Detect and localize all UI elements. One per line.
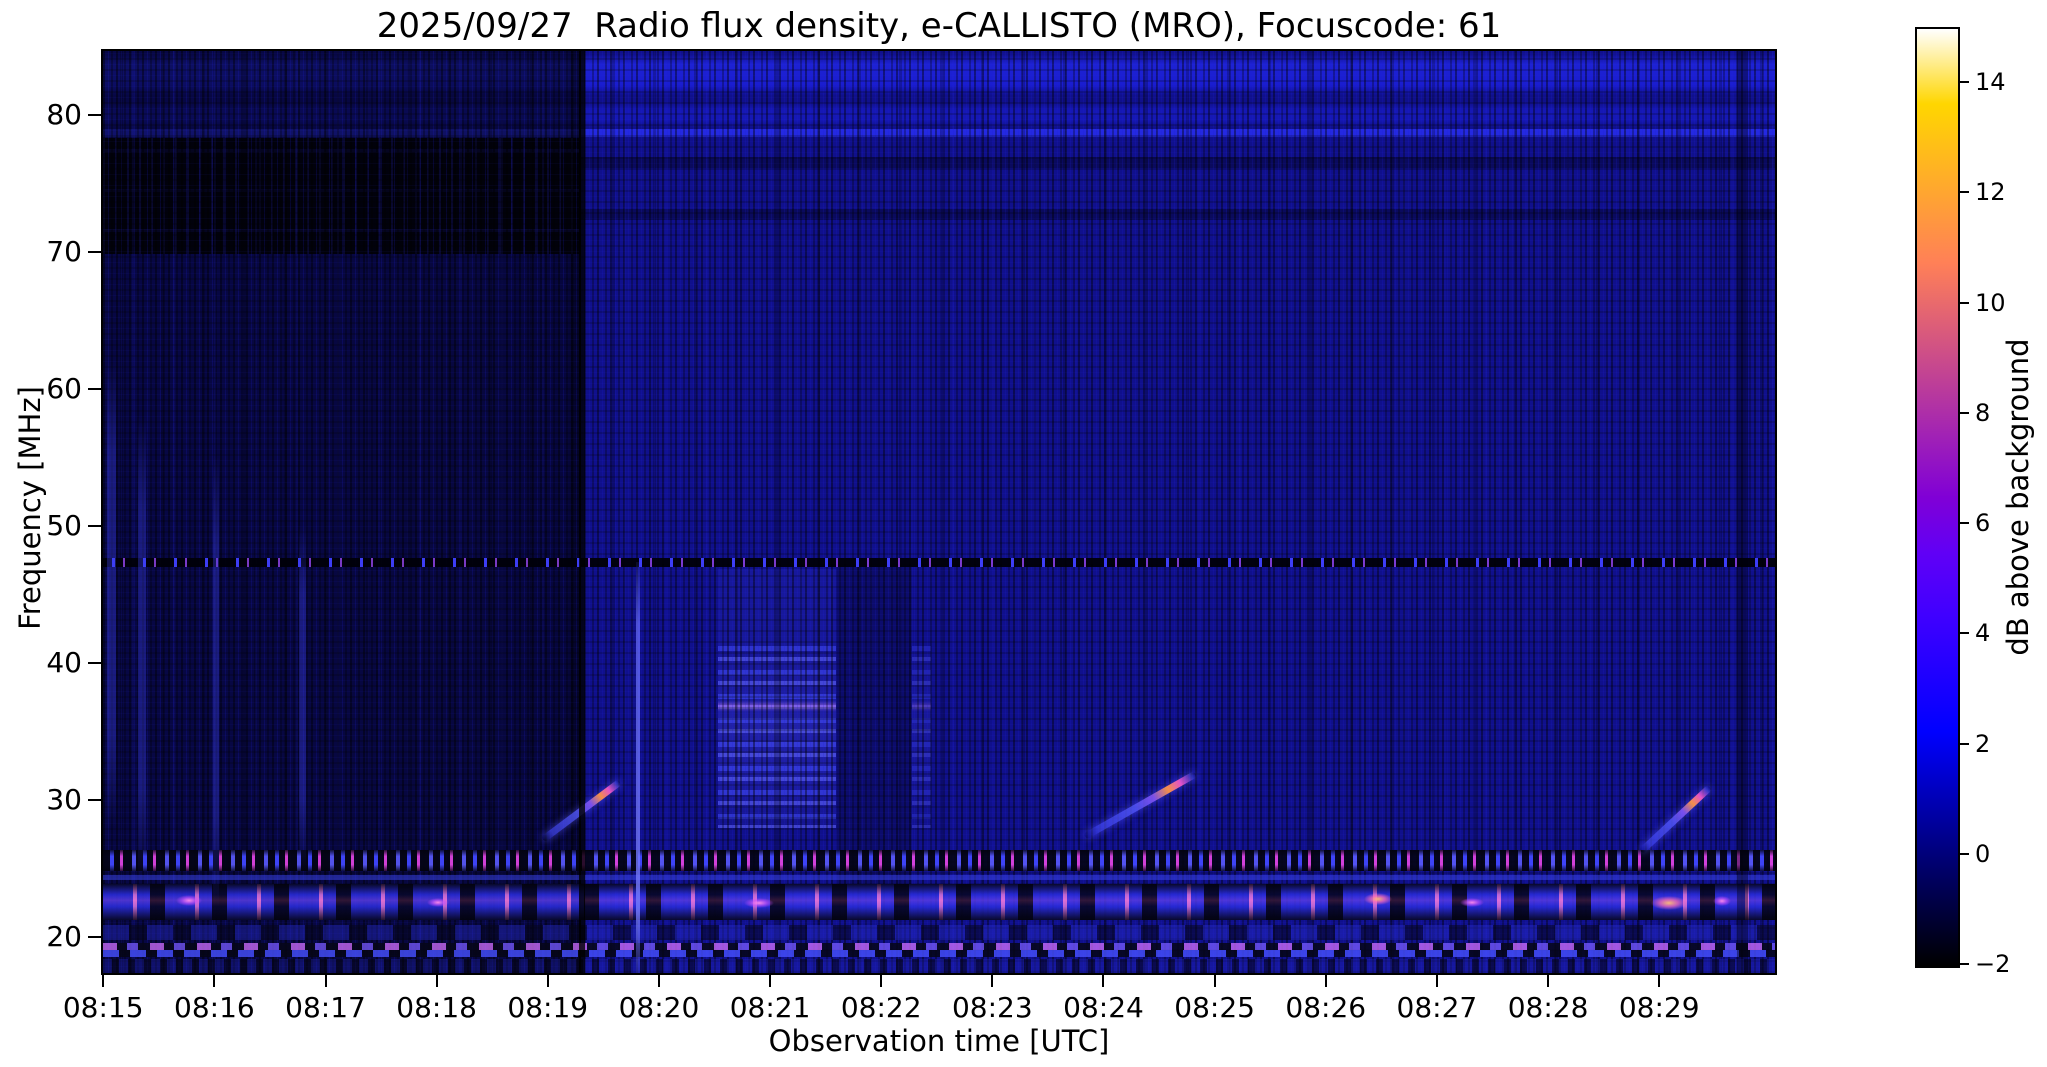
x-tick-label: 08:22 — [840, 991, 922, 1024]
x-tick-label: 08:16 — [174, 991, 255, 1024]
x-tick-label: 08:24 — [1063, 991, 1144, 1024]
x-tick-label: 08:21 — [729, 991, 811, 1024]
rfi-line-24mhz — [103, 874, 1775, 881]
x-tick-label: 08:15 — [62, 991, 144, 1024]
colorbar-tick-mark — [1960, 522, 1969, 525]
colorbar-tick-label: −2 — [1975, 950, 2011, 978]
y-tick-mark — [88, 250, 101, 253]
faint-streak-4 — [299, 525, 306, 867]
rfi-band-22mhz — [103, 884, 1775, 920]
x-tick-mark — [880, 975, 883, 987]
x-tick-label: 08:20 — [618, 991, 700, 1024]
drift-burst-2 — [1083, 770, 1198, 840]
colorbar-tick-mark — [1960, 632, 1969, 635]
colorbar-tick-label: 4 — [1975, 619, 1991, 648]
colorbar-tick-mark — [1960, 852, 1969, 855]
colorbar — [1915, 27, 1960, 968]
hot-spot-7 — [1712, 895, 1731, 906]
x-tick-mark — [657, 975, 660, 987]
y-axis-label: Frequency [MHz] — [13, 386, 47, 630]
colorbar-tick-label: 8 — [1975, 398, 1991, 427]
y-tick-label: 30 — [46, 782, 82, 816]
y-tick-mark — [88, 387, 101, 390]
y-tick-label: 20 — [46, 919, 82, 953]
y-tick-mark — [88, 113, 101, 116]
data-gap-line — [578, 51, 586, 973]
x-tick-mark — [1658, 975, 1661, 987]
x-tick-mark — [991, 975, 994, 987]
colorbar-tick-label: 12 — [1975, 178, 2006, 207]
y-tick-mark — [88, 935, 101, 938]
colorbar-tick-mark — [1960, 191, 1969, 194]
faint-streak-1 — [107, 361, 117, 826]
colorbar-tick-mark — [1960, 963, 1969, 965]
colorbar-label: dB above background — [2001, 338, 2035, 656]
spectrogram-plot-area — [101, 49, 1777, 975]
x-tick-mark — [102, 975, 105, 987]
x-tick-mark — [1435, 975, 1438, 987]
x-tick-mark — [213, 975, 216, 987]
y-tick-label: 70 — [46, 234, 82, 268]
y-tick-mark — [88, 798, 101, 801]
colorbar-tick-label: 2 — [1975, 729, 1991, 758]
x-axis-label: Observation time [UTC] — [768, 1024, 1110, 1058]
chart-title: 2025/09/27 Radio flux density, e-CALLIST… — [376, 6, 1502, 46]
x-tick-label: 08:23 — [951, 991, 1033, 1024]
dark-column-right — [1737, 51, 1749, 973]
spectrogram-features-over — [103, 51, 1775, 973]
x-tick-label: 08:25 — [1174, 991, 1255, 1024]
colorbar-tick-mark — [1960, 301, 1969, 304]
x-tick-label: 08:26 — [1285, 991, 1367, 1024]
rfi-dotted-line-47mhz — [103, 558, 1775, 567]
x-tick-mark — [1324, 975, 1327, 987]
hot-spot-5 — [1460, 897, 1485, 907]
rfi-band-17mhz — [103, 959, 1775, 973]
x-tick-label: 08:28 — [1507, 991, 1589, 1024]
y-tick-mark — [88, 524, 101, 527]
x-tick-mark — [546, 975, 549, 987]
x-tick-mark — [324, 975, 327, 987]
colorbar-tick-mark — [1960, 411, 1969, 414]
hot-spot-2 — [426, 897, 449, 907]
rfi-band-25mhz — [103, 850, 1775, 871]
x-tick-label: 08:18 — [396, 991, 477, 1024]
x-tick-label: 08:19 — [507, 991, 589, 1024]
x-tick-label: 08:29 — [1618, 991, 1700, 1024]
x-tick-mark — [769, 975, 772, 987]
drift-burst-3 — [1638, 784, 1712, 855]
colorbar-tick-label: 14 — [1975, 68, 2006, 97]
y-tick-label: 40 — [46, 645, 82, 679]
y-tick-label: 80 — [46, 97, 82, 131]
colorbar-tick-mark — [1960, 742, 1969, 745]
colorbar-tick-mark — [1960, 81, 1969, 84]
x-tick-label: 08:27 — [1396, 991, 1478, 1024]
x-tick-mark — [1102, 975, 1105, 987]
x-tick-label: 08:17 — [285, 991, 366, 1024]
y-tick-mark — [88, 661, 101, 664]
faint-streak-2 — [138, 416, 147, 881]
colorbar-tick-label: 6 — [1975, 509, 1991, 538]
rfi-band-20mhz — [103, 925, 1775, 941]
colorbar-tick-label: 10 — [1975, 288, 2006, 317]
x-tick-mark — [1547, 975, 1550, 987]
rfi-dashes-18mhz — [103, 949, 1775, 957]
bright-vertical-line — [636, 562, 640, 973]
x-tick-mark — [1213, 975, 1216, 987]
colorbar-tick-label: 0 — [1975, 839, 1991, 868]
rfi-dashes-19mhz — [103, 942, 1775, 950]
faint-streak-3 — [212, 457, 220, 908]
x-tick-mark — [435, 975, 438, 987]
